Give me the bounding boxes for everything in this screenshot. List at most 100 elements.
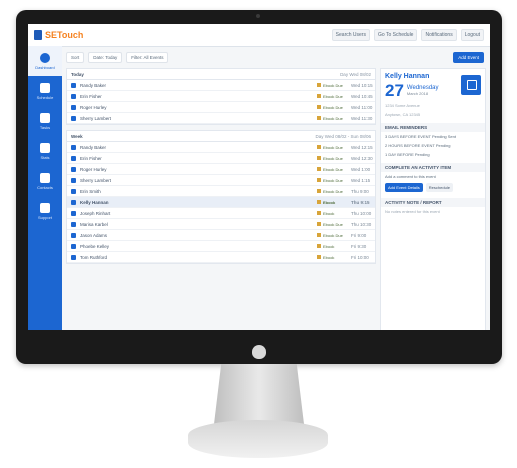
event-list: Today Day Wed 08/02 Randy Baker Ebook Due… [66, 68, 376, 330]
avatar [71, 144, 76, 150]
monitor-stand [214, 364, 304, 424]
monitor: SETouch Search Users Go To Schedule Noti… [16, 10, 502, 364]
list-item-tag: Ebook Due [317, 222, 351, 227]
top-button-notifications[interactable]: Notifications [421, 29, 457, 41]
list-item[interactable]: Tom Ruthford Ebook Fri 10:00 [67, 252, 375, 263]
list-item[interactable]: Randy Baker Ebook Due Wed 10:15 [67, 80, 375, 91]
section-header: Week Day Wed 08/02 - Sun 08/06 [67, 131, 375, 142]
list-item[interactable]: Randy Baker Ebook Due Wed 12:15 [67, 142, 375, 153]
list-item-name: Erin Fisher [80, 155, 102, 161]
top-button-logout[interactable]: Logout [460, 29, 484, 41]
list-item-time: Fri 9:30 [351, 243, 367, 249]
avatar [71, 188, 76, 194]
avatar [71, 155, 76, 161]
tag-icon [317, 156, 321, 161]
list-item-name: Roger Hurley [80, 104, 107, 110]
list-item[interactable]: Joseph Rinhart Ebook Thu 10:00 [67, 208, 375, 219]
list-item-name: Sherry Lambert [80, 177, 112, 183]
add-details-button[interactable]: Add Event Details [385, 183, 423, 192]
section-header: Today Day Wed 08/02 [67, 69, 375, 80]
reminders-heading: EMAIL REMINDERS [381, 123, 485, 132]
day-number: 27 [385, 81, 404, 100]
list-item[interactable]: Kelly Hannan Ebook Thu 9:15 [67, 197, 375, 208]
info-line: Anytown, CA 12345 [385, 112, 421, 117]
list-item[interactable]: Jason Adams Ebook Due Fri 9:00 [67, 230, 375, 241]
list-item-tag-text: Ebook [323, 210, 335, 216]
nav-item-tasks[interactable]: Tasks [28, 106, 62, 136]
detail-panel: Kelly Hannan 27 Wednesday March 2018 123… [380, 68, 486, 330]
filter-chip-filter[interactable]: Filter: All Events [126, 51, 169, 63]
list-item-name: Joseph Rinhart [80, 210, 111, 216]
reschedule-button[interactable]: Reschedule [425, 183, 453, 192]
list-item[interactable]: Marisa Karbel Ebook Due Thu 10:30 [67, 219, 375, 230]
notes-heading: ACTIVITY NOTE / REPORT [381, 198, 485, 207]
avatar [71, 93, 76, 99]
activity-line: Add a comment to this event [385, 174, 436, 179]
add-event-button[interactable]: Add Event [453, 51, 484, 63]
top-button-search[interactable]: Search Users [331, 29, 370, 41]
list-item-name: Erin Smith [80, 188, 101, 194]
list-item[interactable]: Erin Smith Ebook Due Thu 9:00 [67, 186, 375, 197]
calendar-button[interactable] [461, 75, 481, 95]
support-icon [40, 202, 50, 213]
list-item-name: Marisa Karbel [80, 221, 108, 227]
list-item-tag-text: Ebook Due [323, 104, 343, 110]
day-sub: March 2018 [406, 91, 429, 96]
tag-icon [317, 167, 321, 172]
list-item-tag-text: Ebook [323, 254, 335, 260]
list-item-time: Wed 12:30 [351, 155, 373, 161]
section-meta: Day Wed 08/02 - Sun 08/06 [315, 133, 371, 139]
list-item-name: Kelly Hannan [80, 199, 109, 205]
list-item[interactable]: Roger Hurley Ebook Due Wed 1:00 [67, 164, 375, 175]
avatar [71, 221, 76, 227]
tag-icon [317, 94, 321, 99]
avatar [71, 210, 76, 216]
list-item-tag-text: Ebook Due [323, 166, 343, 172]
list-item[interactable]: Sherry Lambert Ebook Due Wed 11:30 [67, 113, 375, 124]
tag-icon [317, 189, 321, 194]
tag-icon [317, 116, 321, 121]
list-item-time: Thu 10:00 [351, 210, 372, 216]
nav-item-schedule[interactable]: Schedule [28, 76, 62, 106]
list-item-tag-text: Ebook Due [323, 82, 343, 88]
list-item-tag: Ebook [317, 244, 351, 249]
list-item[interactable]: Phoebe Kelley Ebook Fri 9:30 [67, 241, 375, 252]
list-item-name: Phoebe Kelley [80, 243, 110, 249]
tag-icon [317, 255, 321, 260]
avatar [71, 166, 76, 172]
filter-chip-date[interactable]: Date: Today [88, 51, 123, 63]
avatar [71, 199, 76, 205]
avatar [71, 104, 76, 110]
monitor-base [188, 420, 328, 458]
nav-label: Support [37, 214, 52, 220]
list-item-tag: Ebook Due [317, 156, 351, 161]
list-item-tag-text: Ebook Due [323, 188, 343, 194]
avatar [71, 232, 76, 238]
nav-item-stats[interactable]: Stats [28, 136, 62, 166]
list-item[interactable]: Roger Hurley Ebook Due Wed 11:00 [67, 102, 375, 113]
list-item[interactable]: Sherry Lambert Ebook Due Wed 1:15 [67, 175, 375, 186]
calendar-icon [40, 82, 50, 93]
nav-item-support[interactable]: Support [28, 196, 62, 226]
list-item[interactable]: Erin Fisher Ebook Due Wed 10:45 [67, 91, 375, 102]
wrench-icon [40, 112, 50, 123]
list-item[interactable]: Erin Fisher Ebook Due Wed 12:30 [67, 153, 375, 164]
top-button-schedule[interactable]: Go To Schedule [373, 29, 418, 41]
list-item-tag: Ebook [317, 211, 351, 216]
nav-item-dashboard[interactable]: Dashboard [28, 46, 62, 76]
list-item-time: Wed 10:45 [351, 93, 373, 99]
list-item-name: Roger Hurley [80, 166, 107, 172]
tag-icon [317, 233, 321, 238]
list-item-tag-text: Ebook Due [323, 93, 343, 99]
list-item-name: Randy Baker [80, 144, 107, 150]
filter-chip-sort[interactable]: Sort [66, 51, 85, 63]
nav-label: Dashboard [35, 64, 55, 70]
avatar [71, 177, 76, 183]
list-item-tag: Ebook [317, 200, 351, 205]
list-item-name: Tom Ruthford [80, 254, 108, 260]
nav-item-contacts[interactable]: Contacts [28, 166, 62, 196]
avatar [71, 254, 76, 260]
list-item-time: Thu 9:15 [351, 199, 370, 205]
list-item-tag: Ebook Due [317, 178, 351, 183]
list-item-tag-text: Ebook [323, 199, 336, 205]
